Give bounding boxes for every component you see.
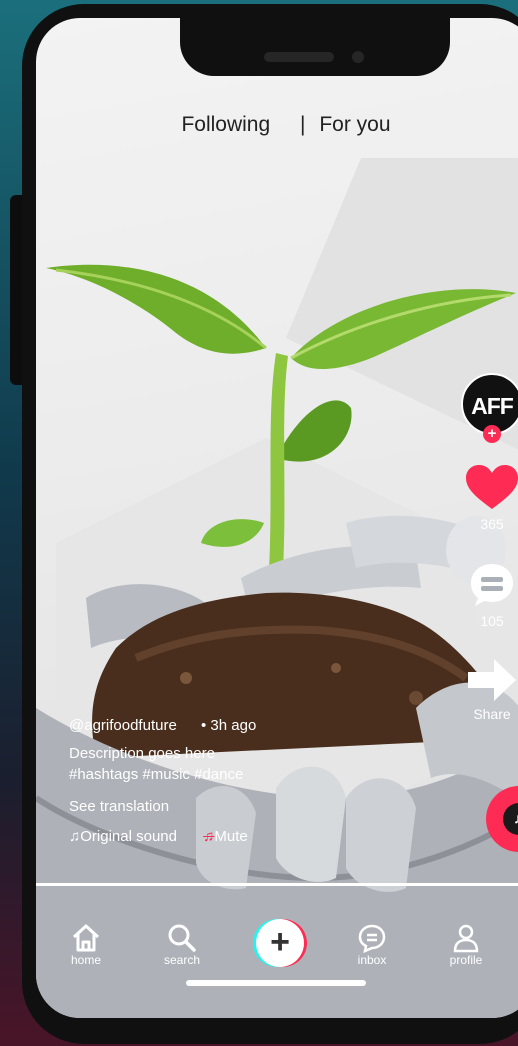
post-dot: • xyxy=(200,717,207,734)
post-hashtags[interactable]: #hashtags #music #dance xyxy=(69,764,409,785)
mute-button[interactable]: ♫Mute xyxy=(203,828,248,845)
post-time: 3h ago xyxy=(210,717,257,734)
nav-inbox-label: inbox xyxy=(357,953,387,967)
nav-inbox[interactable]: inbox xyxy=(342,923,402,967)
tab-for-you[interactable]: For you xyxy=(319,113,390,137)
speaker-grille xyxy=(264,52,334,62)
muted-note-icon: ♫ xyxy=(203,828,215,845)
profile-icon xyxy=(453,924,479,953)
nav-search[interactable]: search xyxy=(152,923,212,967)
like-count: 365 xyxy=(480,516,504,532)
mute-label: Mute xyxy=(214,828,248,845)
music-note-icon: ♫ xyxy=(69,828,81,845)
nav-home[interactable]: home xyxy=(56,923,116,967)
comment-icon xyxy=(471,564,513,606)
app-screen: Following | For you AFF + 365 105 Share … xyxy=(36,18,518,1018)
heart-icon xyxy=(466,465,518,509)
original-sound-link[interactable]: Original sound xyxy=(80,828,177,845)
action-rail: AFF + 365 105 Share xyxy=(458,373,518,722)
video-content-robot-hand-seedling xyxy=(36,264,518,1018)
share-button[interactable]: Share xyxy=(458,659,518,722)
see-translation-link[interactable]: See translation xyxy=(69,796,409,817)
creator-avatar-wrap: AFF + xyxy=(461,373,518,443)
feed-tabs: Following | For you xyxy=(36,113,518,137)
like-button[interactable]: 365 xyxy=(458,465,518,532)
search-icon xyxy=(168,924,196,952)
create-icon: + xyxy=(270,923,290,961)
sound-row: ♫Original sound ♫Mute xyxy=(69,826,409,847)
nav-profile[interactable]: profile xyxy=(436,923,496,967)
inbox-icon xyxy=(358,924,386,953)
notch xyxy=(180,18,450,76)
create-button[interactable]: + xyxy=(256,919,304,967)
nav-divider xyxy=(36,883,518,886)
follow-button[interactable]: + xyxy=(483,425,501,443)
home-indicator[interactable] xyxy=(186,980,366,986)
share-icon xyxy=(468,659,516,701)
comment-button[interactable]: 105 xyxy=(458,562,518,629)
share-label: Share xyxy=(473,706,511,722)
comment-count: 105 xyxy=(480,613,504,629)
home-icon xyxy=(72,924,100,952)
front-camera xyxy=(352,51,364,63)
tab-separator: | xyxy=(300,113,306,136)
music-note-icon: ♫ xyxy=(503,803,518,835)
post-caption: @agrifoodfuture • 3h ago Description goe… xyxy=(69,715,409,847)
tab-following[interactable]: Following xyxy=(181,113,270,137)
nav-search-label: search xyxy=(163,953,201,967)
nav-home-label: home xyxy=(70,953,102,967)
post-description: Description goes here xyxy=(69,745,215,762)
username[interactable]: @agrifoodfuture xyxy=(69,717,177,734)
nav-profile-label: profile xyxy=(449,953,483,967)
post-meta: @agrifoodfuture • 3h ago xyxy=(69,715,409,736)
